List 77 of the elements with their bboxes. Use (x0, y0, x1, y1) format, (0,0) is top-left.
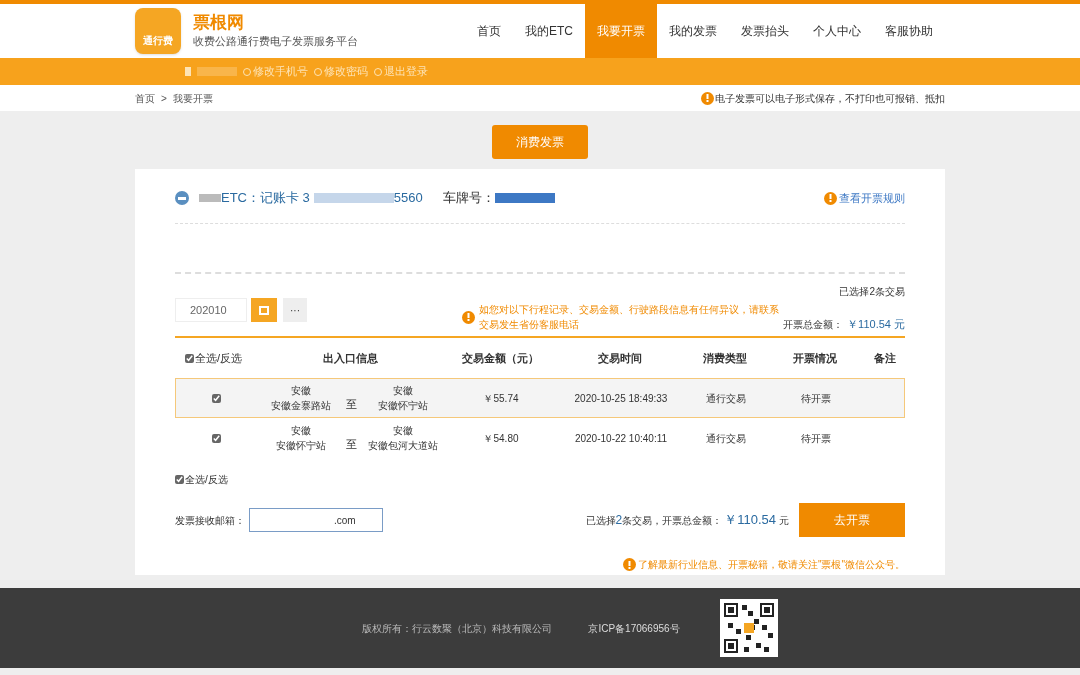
month-field[interactable]: 202010 (175, 298, 247, 322)
redacted-block (197, 67, 237, 76)
table-cell-text: 通行交易 (706, 431, 746, 446)
select-all-label: 全选/反选 (195, 350, 243, 366)
table-cell-text: 安徽包河大道站 (368, 439, 438, 453)
card-number: 5560 (393, 189, 423, 208)
alert-icon (622, 558, 636, 571)
alert-icon (701, 91, 714, 105)
table-cell-text: 安徽 (291, 384, 311, 398)
select-all-label: 全选/反选 (185, 473, 228, 487)
more-button[interactable]: ··· (283, 298, 307, 322)
table-cell-text: 至 (346, 396, 358, 412)
table-cell-text: 安徽金寨路站 (271, 399, 331, 413)
column-header: 出入口信息 (321, 350, 379, 366)
table-cell-text: 待开票 (801, 391, 831, 406)
calendar-icon (259, 305, 269, 315)
summary-text: 条交易，开票总金额： (622, 514, 723, 529)
selected-count: 已选择2条交易 (839, 285, 905, 299)
checkbox[interactable] (175, 475, 184, 484)
column-header: 备注 (873, 350, 897, 366)
table-cell-text: 安徽 (291, 424, 311, 438)
redacted-block (494, 193, 555, 203)
checkbox[interactable] (211, 393, 221, 403)
table-cell-text: 2020-10-22 10:40:11 (574, 431, 668, 446)
card-prefix: ETC： (221, 189, 260, 208)
nav-tab[interactable]: 我的发票 (657, 4, 729, 58)
plate-label: 车牌号： (442, 189, 495, 208)
checkbox[interactable] (211, 433, 221, 443)
nav-tab[interactable]: 发票抬头 (729, 4, 801, 58)
table-cell-text: 安徽怀宁站 (378, 399, 428, 413)
total-amount: ￥110.54 元 (847, 316, 905, 332)
nav-tab[interactable]: 个人中心 (801, 4, 873, 58)
table-cell-text: 至 (346, 436, 358, 452)
rules-link[interactable]: 查看开票规则 (824, 189, 905, 207)
copyright-text: 版权所有：行云数聚（北京）科技有限公司 (362, 621, 553, 636)
email-label: 发票接收邮箱： (175, 513, 245, 528)
table-cell-text: 通行交易 (706, 391, 746, 406)
breadcrumb-item[interactable]: 我要开票 (172, 90, 213, 106)
total-label: 开票总金额： (783, 318, 844, 332)
column-header: 开票情况 (792, 350, 838, 366)
checkbox[interactable] (185, 353, 194, 363)
email-field[interactable]: .com (249, 508, 383, 532)
logo-text: 通行费 (143, 34, 173, 48)
column-header: 消费类型 (702, 350, 748, 366)
table-cell-text: 待开票 (801, 431, 831, 446)
summary-total: ￥110.54 (724, 511, 776, 530)
card-icon (175, 191, 189, 205)
breadcrumb-separator: > (161, 91, 167, 106)
warning-text: 如您对以下行程记录、交易金额、行驶路段信息有任何异议，请联系交易发生省份客服电话 (479, 303, 780, 332)
table-cell-text: 2020-10-25 18:49:33 (574, 391, 668, 406)
redacted-block (199, 194, 221, 202)
column-header: 交易金额（元） (460, 350, 540, 366)
table-cell-text: 安徽 (393, 384, 413, 398)
site-tagline: 收费公路通行费电子发票服务平台 (193, 33, 358, 49)
card-type: 记账卡 3 (260, 189, 310, 208)
icp-text: 京ICP备17066956号 (588, 621, 680, 636)
user-icon (185, 67, 191, 76)
summary-unit: 元 (779, 514, 789, 529)
table-cell-text: ￥55.74 (483, 391, 519, 406)
site-name: 票根网 (193, 12, 245, 33)
transaction-row[interactable]: 安徽 安徽金寨路站 至 安徽 安徽怀宁站 ￥55.74 2020-10-25 18:49:33 通行交易 待开票 (175, 378, 905, 418)
table-cell-text: 安徽怀宁站 (276, 439, 326, 453)
notice-text: 电子发票可以电子形式保存，不打印也可报销、抵扣 (715, 91, 945, 106)
breadcrumb-item[interactable]: 首页 (135, 90, 155, 106)
table-cell-text: ￥54.80 (483, 431, 519, 446)
nav-tab[interactable]: 客服协助 (873, 4, 945, 58)
transaction-row[interactable]: 安徽 安徽怀宁站 至 安徽 安徽包河大道站 ￥54.80 2020-10-22 10:40:11 通行交易 待开票 (175, 418, 905, 458)
alert-icon (462, 310, 476, 324)
nav-tab[interactable]: 我的ETC (513, 4, 585, 58)
column-header: 交易时间 (597, 350, 643, 366)
summary-count: 2 (615, 512, 623, 530)
table-cell-text: 安徽 (393, 424, 413, 438)
nav-tab[interactable]: 首页 (465, 4, 513, 58)
alert-icon (824, 191, 837, 205)
follow-text: 了解最新行业信息、开票秘籍，敬请关注"票根"微信公众号。 (637, 558, 905, 572)
summary-text: 已选择 (585, 514, 616, 529)
qr-code-icon (719, 599, 778, 657)
